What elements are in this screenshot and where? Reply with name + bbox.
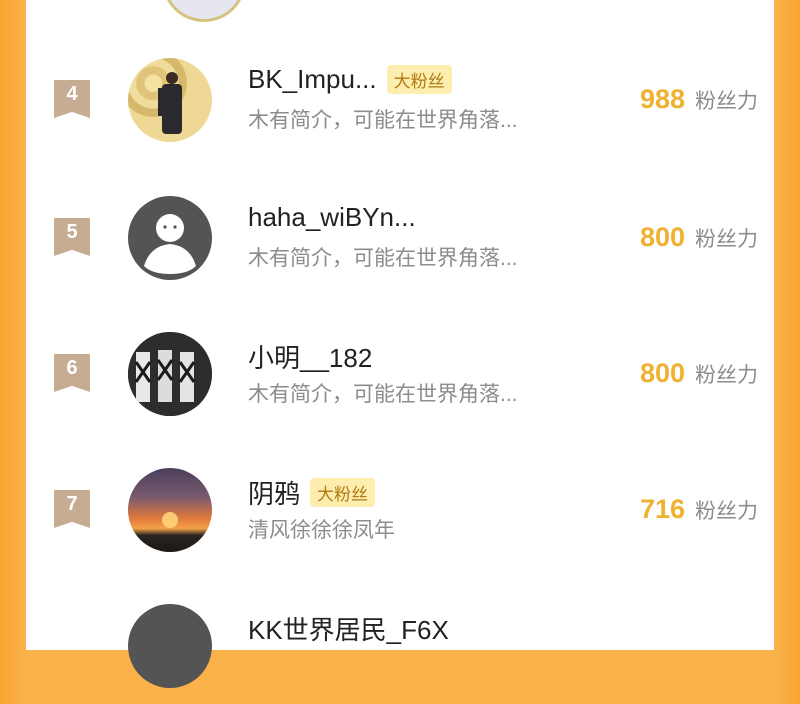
rank-badge: 5	[54, 218, 90, 256]
list-item[interactable]: 6 小明__182 木有简介，可能在世界角落... 800 粉丝力	[26, 332, 774, 432]
user-name[interactable]: 阴鸦	[248, 474, 300, 511]
avatar[interactable]	[128, 468, 212, 552]
avatar[interactable]	[162, 0, 246, 22]
fan-power-label: 粉丝力	[695, 228, 758, 251]
person-photo-icon	[158, 72, 182, 134]
fan-badge: 大粉丝	[310, 478, 376, 507]
fan-power-value: 800	[639, 222, 685, 252]
avatar[interactable]	[128, 58, 212, 142]
avatar[interactable]	[128, 196, 212, 280]
rank-badge: 4	[54, 80, 90, 118]
fan-power-label: 粉丝力	[695, 90, 758, 113]
fan-power-value: 800	[639, 358, 685, 388]
rank-badge: 7	[54, 490, 90, 528]
fan-badge: 大粉丝	[386, 65, 452, 94]
fan-power-value: 988	[639, 84, 685, 114]
rank-badge: 6	[54, 354, 90, 392]
list-item[interactable]: KK世界居民_F6X	[26, 604, 774, 704]
user-bio: 木有简介，可能在世界角落...	[248, 247, 518, 270]
fan-power-label: 粉丝力	[695, 500, 758, 523]
fan-power-value: 716	[639, 494, 685, 524]
list-item[interactable]: 7 阴鸦 大粉丝 清风徐徐徐凤年 716 粉丝力	[26, 468, 774, 568]
user-name[interactable]: haha_wiBYn...	[248, 202, 416, 233]
group-photo-icon	[128, 332, 212, 416]
leaderboard-card: 4 BK_Impu... 大粉丝 木有简介，可能在世界角落... 988 粉丝力…	[26, 0, 774, 688]
fan-power-label: 粉丝力	[695, 364, 758, 387]
avatar[interactable]	[128, 332, 212, 416]
sunset-photo-icon	[162, 512, 178, 528]
user-bio: 木有简介，可能在世界角落...	[248, 383, 518, 406]
user-name[interactable]: BK_Impu...	[248, 64, 377, 95]
default-avatar-icon	[144, 214, 196, 274]
user-bio: 木有简介，可能在世界角落...	[248, 109, 518, 132]
avatar[interactable]	[128, 604, 212, 688]
list-item[interactable]: 5 haha_wiBYn... 木有简介，可能在世界角落... 800 粉丝力	[26, 196, 774, 296]
list-item[interactable]: 4 BK_Impu... 大粉丝 木有简介，可能在世界角落... 988 粉丝力	[26, 58, 774, 158]
user-name[interactable]: KK世界居民_F6X	[248, 610, 449, 647]
user-bio: 清风徐徐徐凤年	[248, 519, 395, 542]
user-name[interactable]: 小明__182	[248, 338, 372, 375]
